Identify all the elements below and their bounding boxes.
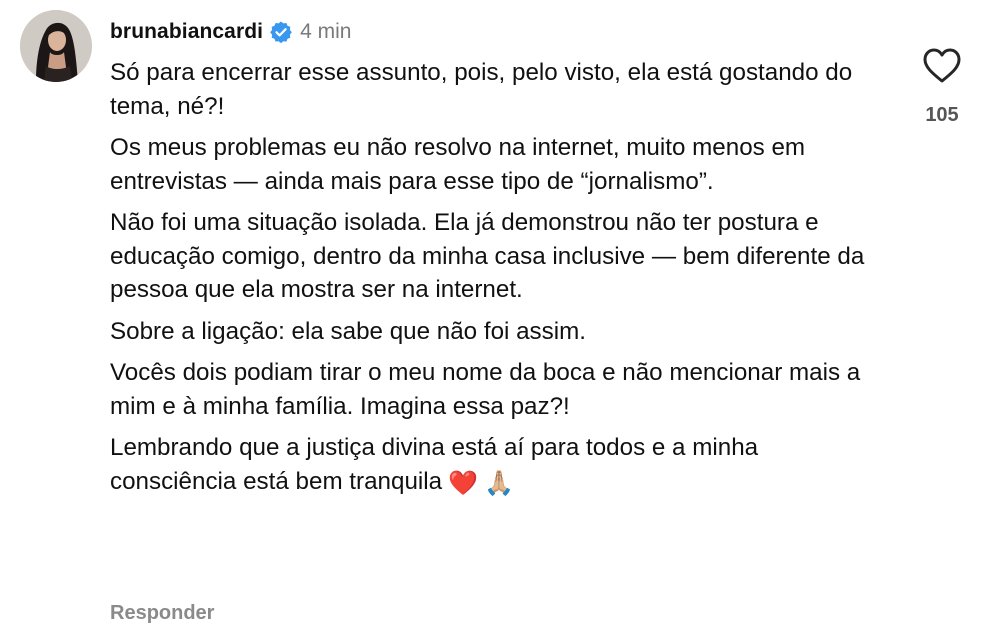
verified-badge-icon xyxy=(269,20,293,44)
comment: brunabiancardi 4 min Só para encerrar es… xyxy=(0,0,992,630)
red-heart-emoji-icon: ❤️ xyxy=(448,469,478,497)
username[interactable]: brunabiancardi xyxy=(110,20,263,44)
comment-paragraph-text: Lembrando que a justiça divina está aí p… xyxy=(110,434,759,495)
reply-button[interactable]: Responder xyxy=(110,602,214,625)
timestamp: 4 min xyxy=(300,20,352,43)
avatar-photo xyxy=(20,10,92,82)
comment-paragraph-last: Lembrando que a justiça divina está aí p… xyxy=(110,431,890,500)
heart-outline-icon xyxy=(923,48,961,83)
comment-header: brunabiancardi 4 min xyxy=(110,17,351,47)
like-button[interactable] xyxy=(920,44,964,88)
comment-paragraph: Não foi uma situação isolada. Ela já dem… xyxy=(110,209,865,303)
comment-paragraph: Só para encerrar esse assunto, pois, pel… xyxy=(110,59,853,120)
comment-paragraph: Os meus problemas eu não resolvo na inte… xyxy=(110,134,806,195)
like-count: 105 xyxy=(925,104,959,126)
comment-text: Só para encerrar esse assunto, pois, pel… xyxy=(110,56,890,508)
comment-paragraph: Sobre a ligação: ela sabe que não foi as… xyxy=(110,317,586,345)
avatar[interactable] xyxy=(20,10,92,82)
praying-hands-emoji-icon: 🙏🏼 xyxy=(484,469,514,497)
comment-paragraph: Vocês dois podiam tirar o meu nome da bo… xyxy=(110,359,861,420)
